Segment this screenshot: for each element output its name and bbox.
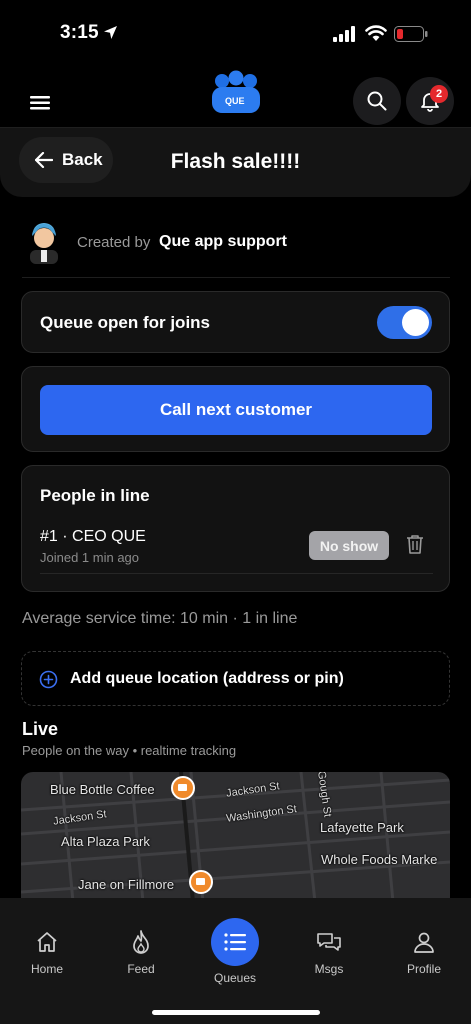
flame-icon [133,930,149,954]
call-next-card: Call next customer [21,366,450,452]
status-bar: 3:15 [0,0,471,64]
people-in-line-title: People in line [40,486,150,505]
map-label-alta-plaza: Alta Plaza Park [61,834,150,849]
created-by-label: Created by [77,234,151,251]
tab-msgs-label: Msgs [314,962,344,976]
wifi-icon [365,25,387,41]
person-icon [414,932,434,953]
back-label: Back [62,150,103,169]
app-header: QUE [0,66,471,128]
average-service-time: Average service time: 10 min · 1 in line [22,610,298,627]
live-title: Live [22,719,59,739]
logo-text: QUE [225,96,245,106]
joined-time: Joined 1 min ago [40,550,140,565]
toggle-knob [402,309,429,336]
person-name: #1 · CEO QUE [40,528,146,545]
map-label-jane-fillmore: Jane on Fillmore [78,877,175,892]
arrow-left-icon [35,152,53,168]
chat-bubbles-icon [317,933,341,951]
map-label-whole-foods: Whole Foods Marke [321,852,438,867]
tab-queues[interactable] [211,918,259,966]
que-logo: QUE [212,70,260,113]
creator-name[interactable]: Que app support [159,233,287,251]
map-label-lafayette: Lafayette Park [320,820,404,835]
add-queue-location-button[interactable]: Add queue location (address or pin) [21,651,450,706]
home-indicator [152,1010,320,1015]
list-item: #1 · CEO QUE Joined 1 min ago No show [40,524,433,574]
notifications-button[interactable] [406,77,454,125]
tab-home-label: Home [30,962,63,976]
home-icon [37,932,57,952]
list-icon [224,933,246,951]
hamburger-menu-icon[interactable] [25,91,55,115]
status-time: 3:15 [60,22,99,43]
back-button[interactable]: Back [19,137,113,183]
creator-row: Created by Que app support [22,218,450,278]
title-bar: Flash sale!!!! Back [0,127,471,197]
search-button[interactable] [353,77,401,125]
avatar [30,223,58,264]
location-arrow-icon [104,26,117,39]
no-show-button[interactable]: No show [309,531,389,560]
call-next-customer-button[interactable]: Call next customer [40,385,432,435]
trash-icon[interactable] [406,534,424,554]
plus-circle-icon [39,670,58,689]
tab-home[interactable]: Home [7,928,87,976]
battery-icon [394,26,428,42]
people-in-line-card: People in line #1 · CEO QUE Joined 1 min… [21,465,450,592]
queue-open-toggle[interactable] [377,306,432,339]
search-icon [367,91,387,111]
live-map[interactable]: Blue Bottle Coffee Jackson St Jackson St… [21,772,450,902]
tab-profile[interactable]: Profile [384,928,464,976]
tab-feed-label: Feed [127,962,155,976]
queue-open-card: Queue open for joins [21,291,450,353]
tab-queues-label: Queues [213,971,257,985]
tab-msgs[interactable]: Msgs [289,928,369,976]
tab-profile-label: Profile [406,962,441,976]
cell-signal-icon [333,26,355,42]
notification-badge: 2 [430,85,448,103]
map-label-blue-bottle: Blue Bottle Coffee [50,782,155,797]
live-subtitle: People on the way • realtime tracking [22,743,237,758]
add-location-label: Add queue location (address or pin) [70,670,344,687]
tab-feed[interactable]: Feed [101,928,181,976]
queue-open-label: Queue open for joins [40,313,211,332]
tab-bar: Home Feed Msgs Profile [0,898,471,1024]
